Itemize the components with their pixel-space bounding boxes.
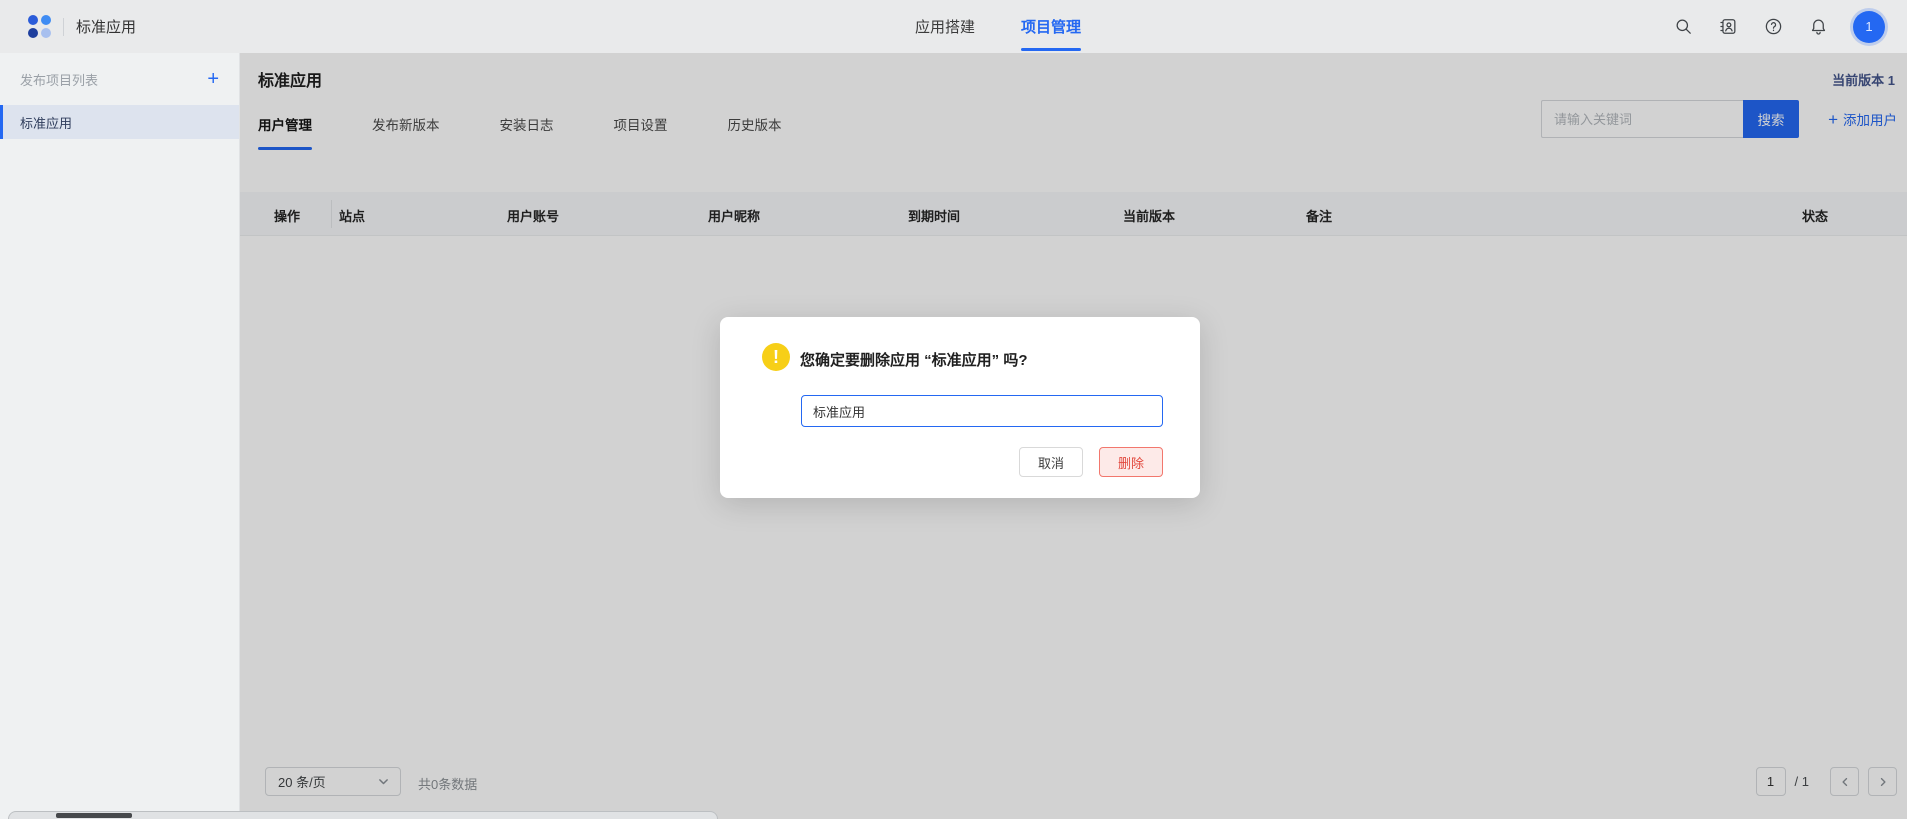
- confirm-name-input[interactable]: [801, 395, 1163, 427]
- sidebar-item-project[interactable]: 标准应用: [0, 105, 239, 139]
- dialog-title: 您确定要删除应用 “标准应用” 吗?: [800, 349, 1028, 370]
- delete-button[interactable]: 删除: [1099, 447, 1163, 477]
- warning-icon: !: [762, 343, 790, 371]
- dialog-actions: 取消 删除: [1019, 447, 1163, 477]
- nav-tab-project-management[interactable]: 项目管理: [1021, 0, 1081, 53]
- sidebar-header-label: 发布项目列表: [20, 70, 98, 89]
- brand-divider: [63, 18, 64, 36]
- user-avatar[interactable]: 1: [1853, 11, 1885, 43]
- cancel-button[interactable]: 取消: [1019, 447, 1083, 477]
- sidebar-header: 发布项目列表 +: [0, 53, 239, 105]
- bell-icon[interactable]: [1808, 17, 1828, 37]
- topbar: 标准应用 应用搭建 项目管理 1: [0, 0, 1907, 53]
- delete-confirm-dialog: ! 您确定要删除应用 “标准应用” 吗? 取消 删除: [720, 317, 1200, 498]
- bottom-edge-cutoff-text: [56, 813, 132, 818]
- search-icon[interactable]: [1673, 17, 1693, 37]
- sidebar-item-label: 标准应用: [20, 113, 72, 132]
- app-logo-icon: [28, 15, 51, 38]
- top-navigation: 应用搭建 项目管理: [915, 0, 1081, 53]
- sidebar: 发布项目列表 + 标准应用: [0, 53, 240, 819]
- contacts-icon[interactable]: [1718, 17, 1738, 37]
- topbar-actions: 1: [1673, 0, 1885, 53]
- app-window: 标准应用 应用搭建 项目管理 1: [0, 0, 1907, 819]
- brand: 标准应用: [0, 15, 136, 38]
- help-icon[interactable]: [1763, 17, 1783, 37]
- nav-tab-app-build[interactable]: 应用搭建: [915, 0, 975, 53]
- app-title: 标准应用: [76, 16, 136, 37]
- add-project-icon[interactable]: +: [207, 69, 219, 89]
